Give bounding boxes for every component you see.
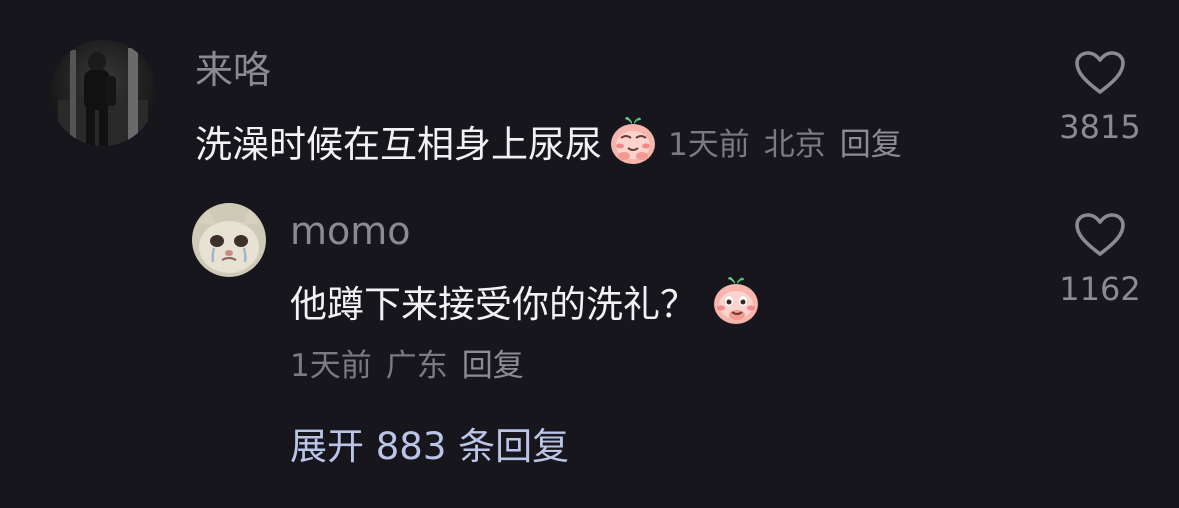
comment-time: 1天前 — [290, 348, 372, 384]
peach-smirk-emoji-icon — [608, 114, 658, 176]
reply-button[interactable]: 回复 — [462, 344, 524, 388]
like-count: 3815 — [1059, 108, 1141, 146]
heart-icon — [1075, 213, 1125, 256]
comment-author[interactable]: 来咯 — [195, 48, 271, 92]
comment-time: 1天前 — [668, 127, 750, 163]
avatar-commenter-1[interactable] — [50, 40, 156, 146]
comment-meta: 1天前 北京 回复 — [668, 123, 902, 167]
expand-replies-button[interactable]: 展开 883 条回复 — [290, 425, 569, 469]
reply-button[interactable]: 回复 — [840, 127, 902, 163]
peach-giggle-emoji-icon — [711, 274, 761, 336]
comment-location: 北京 — [763, 127, 826, 163]
like-button[interactable]: 3815 — [1055, 50, 1145, 146]
avatar-commenter-2[interactable] — [192, 203, 266, 277]
heart-icon — [1075, 51, 1125, 94]
comment-text: 他蹲下来接受你的洗礼？ — [290, 274, 761, 336]
like-button[interactable]: 1162 — [1055, 212, 1145, 308]
comment-author[interactable]: momo — [290, 209, 411, 253]
comment-text-content: 他蹲下来接受你的洗礼？ — [290, 283, 697, 326]
comment-meta: 1天前 广东 回复 — [290, 344, 524, 388]
comment-text: 洗澡时候在互相身上尿尿 1天前 北京 回复 — [195, 114, 902, 176]
comment-location: 广东 — [385, 348, 448, 384]
like-count: 1162 — [1059, 270, 1141, 308]
comment-text-content: 洗澡时候在互相身上尿尿 — [195, 123, 602, 166]
